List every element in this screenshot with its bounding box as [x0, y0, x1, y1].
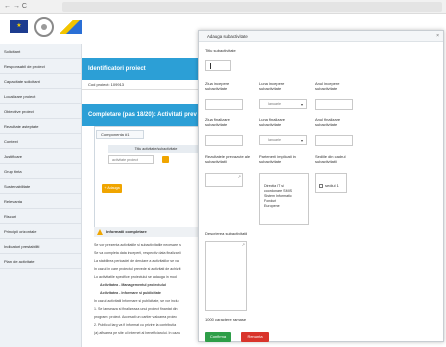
close-icon[interactable]: ×	[436, 31, 439, 42]
modal-title: Adauga subactivitate	[199, 31, 443, 42]
sidebar: Solicitant Responsabil de proiect Capaci…	[0, 44, 82, 347]
info-line: (a) afisarea pe site ul internet al bene…	[94, 331, 181, 335]
sidebar-item-capacitate[interactable]: Capacitate solicitant	[0, 74, 81, 89]
start-month-label: Luna incepere subactivitate	[259, 81, 285, 91]
sidebar-item-plan[interactable]: Plan de activitate	[0, 254, 81, 269]
end-day-input[interactable]	[205, 135, 243, 146]
project-identifiers-header: Identificatori proiect	[82, 58, 202, 80]
partner-option[interactable]: Europene	[260, 204, 308, 209]
description-label: Descrierea subactivitatii	[205, 231, 248, 236]
info-line: In cazul activitatii Informare si public…	[94, 299, 179, 303]
info-line: Se va completa data inceperii, respectiv…	[94, 251, 181, 255]
sidebar-item-obiective[interactable]: Obiective proiect	[0, 104, 81, 119]
title-label: Titlu subactivitate	[205, 48, 236, 53]
end-year-input[interactable]	[315, 135, 353, 146]
info-line: Se vor prezenta activitatile si subactiv…	[94, 243, 181, 247]
add-subactivity-modal: Adauga subactivitate × Titlu subactivita…	[198, 30, 444, 342]
sidebar-item-rezultate[interactable]: Rezultate asteptate	[0, 119, 81, 134]
start-day-label: Ziua incepere subactivitate	[205, 81, 230, 91]
program-logo	[60, 20, 82, 34]
end-month-select[interactable]: Ianuarie ▾	[259, 135, 307, 145]
info-section-title: Informatii completare	[94, 227, 206, 237]
start-year-input[interactable]	[315, 99, 353, 110]
component-card	[94, 126, 206, 234]
sidebar-item-solicitant[interactable]: Solicitant	[0, 44, 81, 59]
info-line: La stabilirea perioadei de derulare a ac…	[94, 259, 179, 263]
cancel-button[interactable]: Renunta	[241, 332, 269, 342]
activity-table-header: Titlu activitate/subactivitate	[108, 145, 204, 153]
info-line: In cazul in care proiectul prevede si ac…	[94, 267, 181, 271]
sidebar-item-justificare[interactable]: Justificare	[0, 149, 81, 164]
header-logos	[0, 14, 200, 44]
resize-handle-icon[interactable]: ↗	[238, 175, 241, 179]
sidebar-item-riscuri[interactable]: Riscuri	[0, 209, 81, 224]
end-year-label: Anul finalizare subactivitate	[315, 117, 341, 127]
end-day-label: Ziua finalizare subactivitate	[205, 117, 230, 127]
locations-label: Sediile din cadrul subactivitatii	[315, 154, 346, 164]
chevron-down-icon: ▾	[300, 102, 303, 107]
partners-listbox[interactable]: Directia IT si coordonare SMIS Sistem In…	[259, 173, 309, 225]
browser-nav-icons[interactable]: ← → C	[4, 3, 27, 10]
char-counter: 1000 caractere ramase	[205, 317, 247, 322]
info-line: 1. Se lanseaza si finalizeaza unui proie…	[94, 307, 178, 311]
sidebar-item-sustenabilitate[interactable]: Sustenabilitate	[0, 179, 81, 194]
sidebar-item-indicatori[interactable]: Indicatori prestabiliti	[0, 239, 81, 254]
info-line-bullet: Activitatea - Informare si publicitate	[100, 291, 161, 295]
results-textarea[interactable]: ↗	[205, 173, 243, 187]
location-checkbox[interactable]	[319, 184, 323, 188]
title-input[interactable]	[205, 60, 231, 71]
browser-toolbar: ← → C	[0, 0, 446, 14]
sidebar-item-context[interactable]: Context	[0, 134, 81, 149]
start-year-label: Anul incepere subactivitate	[315, 81, 340, 91]
start-month-select[interactable]: Ianuarie ▾	[259, 99, 307, 109]
eu-flag-logo: ★	[10, 20, 28, 33]
info-line-bullet: Activitatea - Managementul proiectului	[100, 283, 166, 287]
step-header: Completare (pas 18/20): Activitati prev	[82, 104, 202, 126]
partners-label: Partenerii implicati in subactivitate	[259, 154, 296, 164]
sidebar-item-relevanta[interactable]: Relevanta	[0, 194, 81, 209]
end-month-value: Ianuarie	[268, 138, 281, 142]
results-label: Rezultatele prevazute ale subactivitatii	[205, 154, 251, 164]
location-option-label: sediul 1	[325, 183, 339, 188]
sidebar-item-principii[interactable]: Principii orizontale	[0, 224, 81, 239]
government-seal-logo	[34, 17, 54, 37]
info-text: Se vor prezenta activitatile si subactiv…	[94, 241, 212, 337]
activity-table-cell: activitate proiect	[108, 155, 154, 164]
start-month-value: Ianuarie	[268, 102, 281, 106]
description-textarea[interactable]: ↗	[205, 241, 247, 311]
sidebar-item-localizare[interactable]: Localizare proiect	[0, 89, 81, 104]
chevron-down-icon: ▾	[300, 138, 303, 143]
sidebar-item-grup-tinta[interactable]: Grup tinta	[0, 164, 81, 179]
info-line: 2. Publicul larg va fi informat cu privi…	[94, 323, 177, 327]
info-line: Lo activitatile specifice proiectului se…	[94, 275, 177, 279]
project-code: Cod proiect: 109913	[82, 80, 202, 90]
tab-component-1[interactable]: Componenta #1	[96, 130, 144, 139]
end-month-label: Luna finalizare subactivitate	[259, 117, 286, 127]
info-line: program: proiect. Accesati un cartier va…	[94, 315, 178, 319]
text-cursor	[210, 63, 211, 69]
browser-tab-strip	[62, 2, 442, 12]
sidebar-item-responsabil[interactable]: Responsabil de proiect	[0, 59, 81, 74]
add-button[interactable]: + Adauga	[102, 184, 122, 193]
start-day-input[interactable]	[205, 99, 243, 110]
resize-handle-icon[interactable]: ↗	[242, 243, 245, 247]
confirm-button[interactable]: Confirma	[205, 332, 231, 342]
add-subactivity-icon[interactable]	[162, 156, 169, 163]
